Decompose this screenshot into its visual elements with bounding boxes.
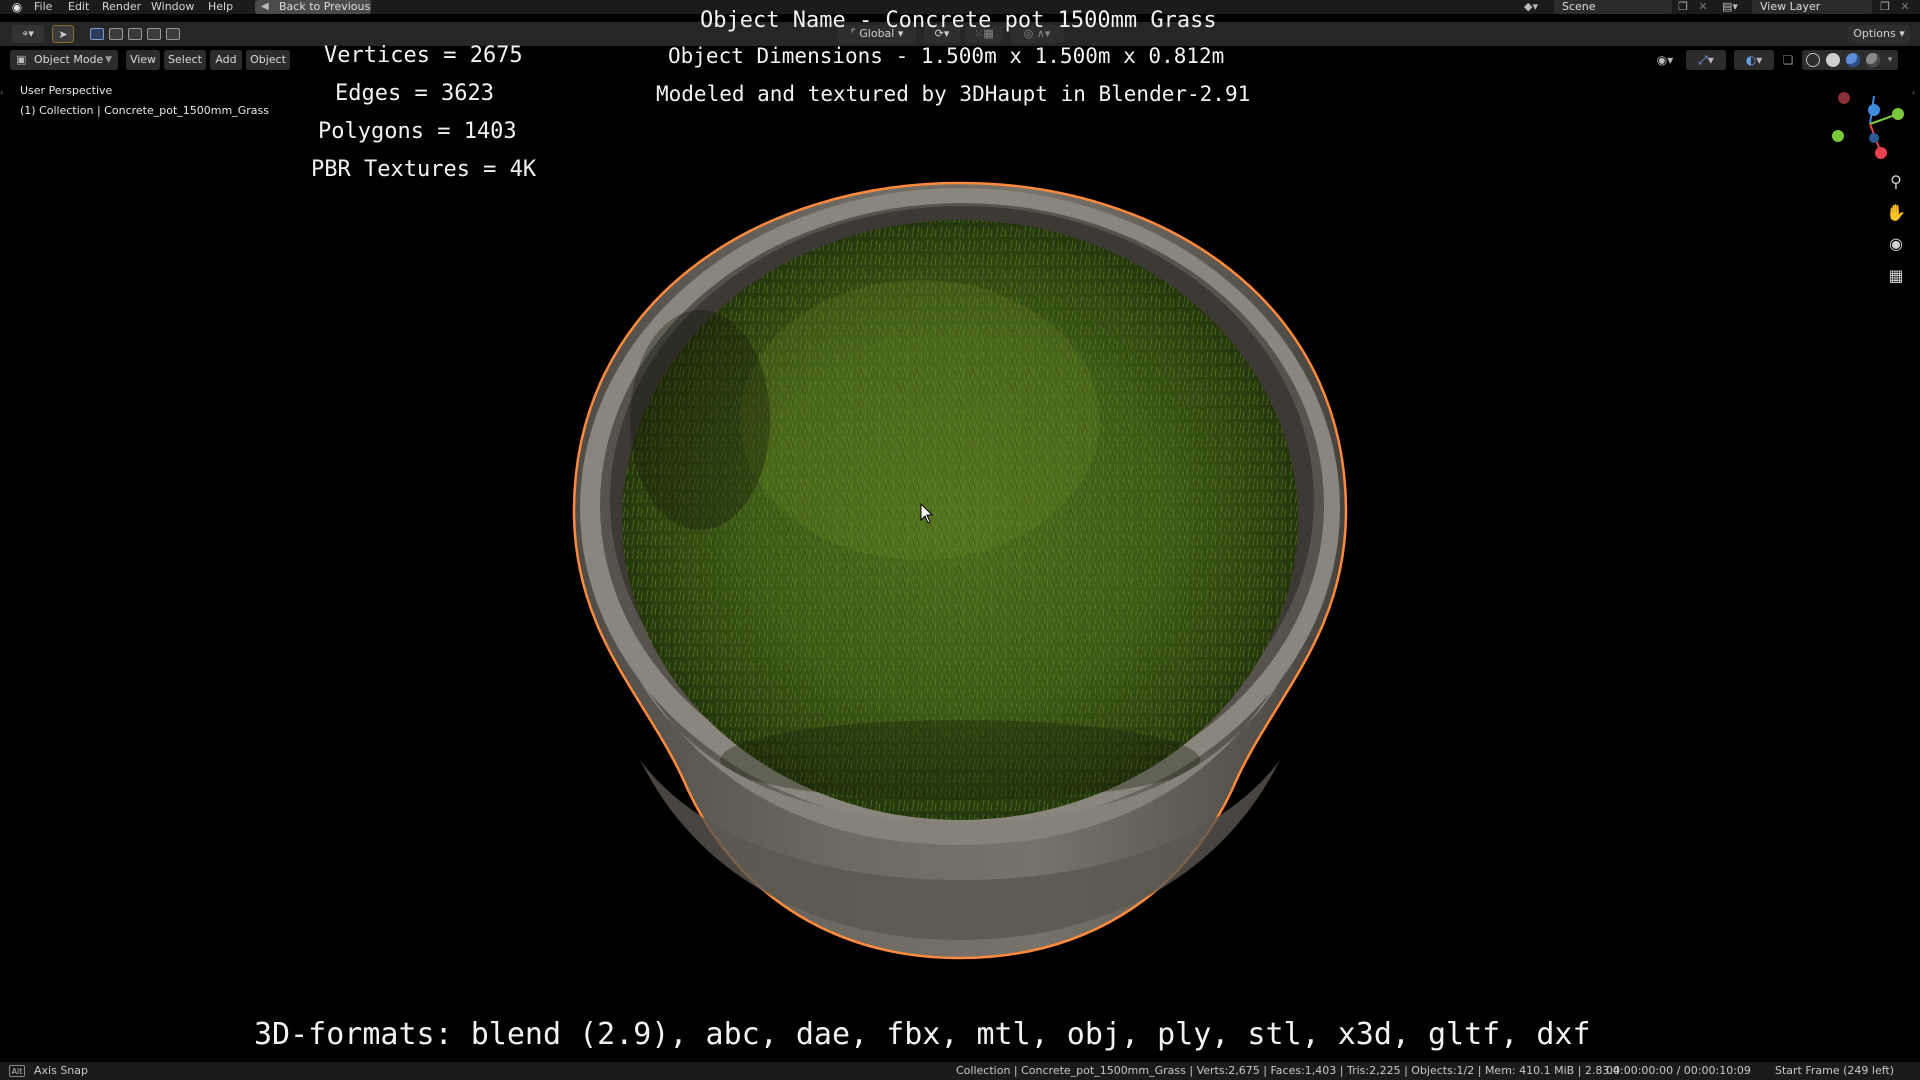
frame-info: Start Frame (249 left): [1775, 1064, 1895, 1077]
object-name-text: Object Name - Concrete pot 1500mm Grass: [700, 8, 1217, 33]
axis-gizmo[interactable]: [1826, 86, 1912, 166]
scene-statistics: Collection | Concrete_pot_1500mm_Grass |…: [956, 1064, 1620, 1077]
blender-window: ◉ File Edit Render Window Help ◀ Back to…: [0, 0, 1920, 1080]
edges-stat: Edges = 3623: [335, 81, 494, 106]
neg-y-axis-icon[interactable]: [1832, 130, 1844, 142]
alt-key-icon: Alt: [9, 1065, 25, 1077]
camera-icon[interactable]: ◉: [1882, 230, 1910, 258]
object-dimensions-text: Object Dimensions - 1.500m x 1.500m x 0.…: [668, 44, 1225, 68]
pbr-textures-stat: PBR Textures = 4K: [311, 157, 537, 182]
sidebar-expand-icon[interactable]: ‹: [1912, 88, 1918, 100]
neg-x-axis-icon[interactable]: [1838, 92, 1850, 104]
viewport-3d-scene[interactable]: [0, 0, 1920, 1080]
status-bar: Alt Axis Snap Collection | Concrete_pot_…: [0, 1062, 1920, 1080]
grass-shadow-left: [630, 310, 770, 530]
x-axis-icon[interactable]: [1875, 147, 1887, 159]
vertices-stat: Vertices = 2675: [324, 43, 523, 68]
credit-text: Modeled and textured by 3DHaupt in Blend…: [656, 82, 1251, 106]
grid-icon[interactable]: ▦: [1882, 262, 1910, 290]
neg-z-axis-icon[interactable]: [1869, 133, 1879, 143]
y-axis-icon[interactable]: [1892, 108, 1904, 120]
timecode: 00:00:00:00 / 00:00:10:09: [1606, 1064, 1751, 1077]
toolbar-expand-icon[interactable]: ›: [0, 88, 6, 100]
cursor-icon: [920, 503, 934, 524]
polygons-stat: Polygons = 1403: [318, 119, 517, 144]
view-perspective-label: User Perspective: [20, 84, 113, 97]
grass-shadow-bottom: [720, 720, 1200, 800]
zoom-icon[interactable]: ⚲: [1882, 168, 1910, 196]
pan-hand-icon[interactable]: ✋: [1882, 199, 1910, 227]
axis-snap-hint: Axis Snap: [34, 1064, 88, 1077]
z-axis-icon[interactable]: [1868, 104, 1880, 116]
formats-text: 3D-formats: blend (2.9), abc, dae, fbx, …: [254, 1017, 1591, 1052]
active-collection-label: (1) Collection | Concrete_pot_1500mm_Gra…: [20, 104, 269, 117]
